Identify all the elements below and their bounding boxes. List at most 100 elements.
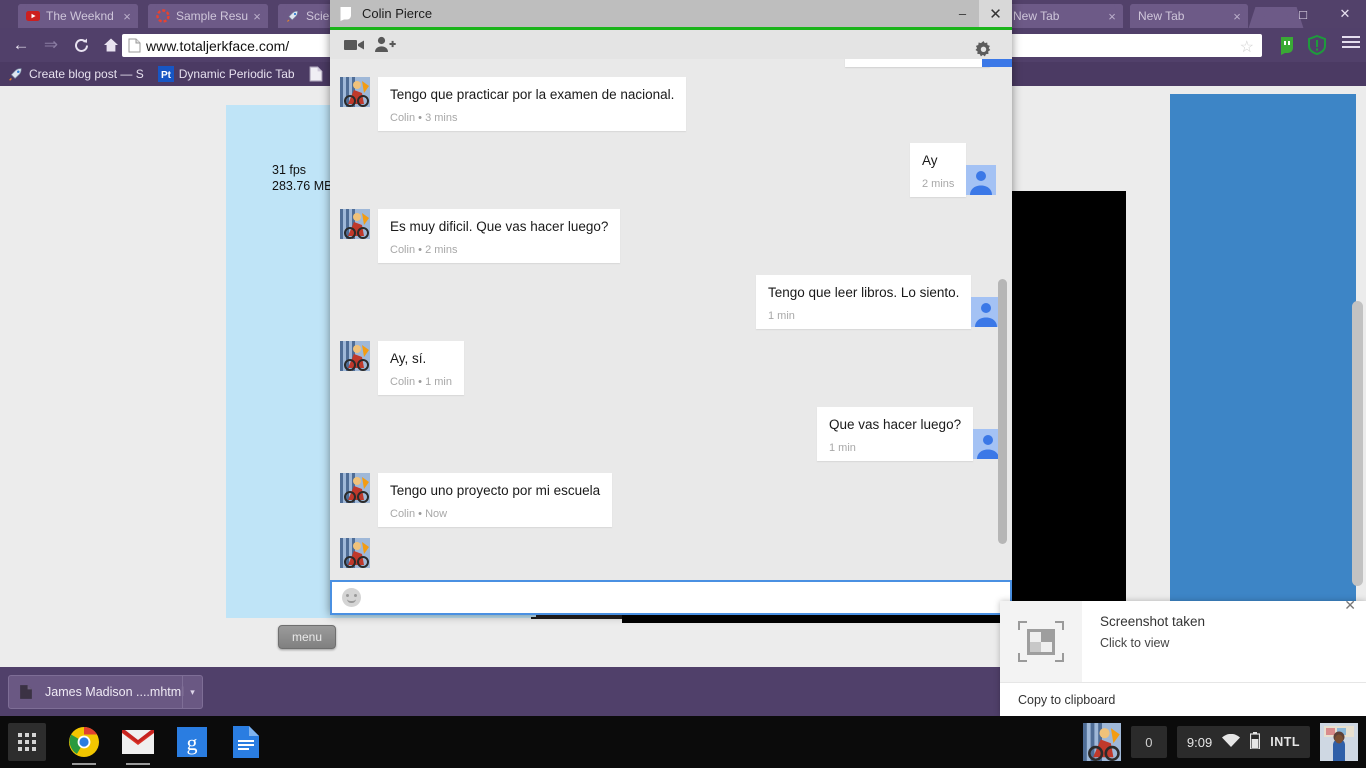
video-camera-icon[interactable] [340,30,370,59]
notification-count-badge[interactable]: 0 [1131,726,1167,758]
separator-icon: • [418,376,422,388]
chat-minimize-button[interactable]: – [946,0,979,27]
chat-bubble: Que vas hacer luego? 1 min [817,407,973,461]
page-scrollbar[interactable] [1352,301,1363,586]
bookmark-create-blog-post[interactable]: Create blog post — S [8,66,144,82]
bookmark-star-icon[interactable]: ☆ [1240,37,1254,57]
chat-scrollbar[interactable] [998,279,1007,544]
chat-message-meta: 1 min [829,442,961,454]
chat-message-text: Que vas hacer luego? [829,416,961,433]
colin-avatar [340,538,370,568]
screen: The Weeknd × Sample Resu × Science × New… [0,0,1366,768]
tab-close-icon[interactable]: × [1105,10,1119,23]
colin-avatar [340,209,370,239]
chat-bubble: Es muy dificil. Que vas hacer luego? Col… [378,209,620,263]
chat-message-area[interactable]: Tengo que practicar por la examen de nac… [330,59,1012,583]
status-area[interactable]: 9:09 INTL [1177,726,1310,758]
hangouts-quote-icon [338,6,353,21]
active-indicator [126,763,150,765]
reload-button[interactable] [66,28,96,62]
tab-close-icon[interactable]: × [120,10,134,23]
tab-close-icon[interactable]: × [250,10,264,23]
chat-message-time: 1 min [829,442,856,454]
bookmark-untitled[interactable] [309,66,330,82]
colin-avatar [340,473,370,503]
chat-toolbar [330,30,1012,59]
separator-icon: • [418,244,422,256]
chat-message-time: 3 mins [425,112,457,124]
app-launcher-icon[interactable] [8,723,46,761]
chat-composer[interactable] [330,580,1012,615]
hangouts-extension-icon[interactable] [1276,34,1298,56]
window-close-button[interactable]: ✕ [1324,0,1366,28]
google-search-icon[interactable]: g [168,716,216,768]
colin-avatar [340,341,370,371]
clock: 9:09 [1187,735,1212,750]
chat-message-input[interactable] [361,584,1010,612]
separator-icon: • [418,112,422,124]
chrome-icon[interactable] [60,716,108,768]
keyboard-layout-indicator: INTL [1270,735,1300,749]
separator-icon: • [418,508,422,520]
chat-message-text: Ay [922,152,954,169]
chat-message-time: 1 min [425,376,452,388]
rocket-icon [8,66,24,82]
bookmark-label: Dynamic Periodic Tab [179,67,295,81]
screenshot-notification[interactable]: Screenshot taken Click to view ✕ Copy to… [1000,601,1366,716]
chat-message-author: Colin [390,244,415,256]
chat-bubble: Ay, sí. Colin • 1 min [378,341,464,395]
chat-message-row: Tengo que practicar por la examen de nac… [340,77,686,131]
active-indicator [72,763,96,765]
pt-icon: Pt [158,66,174,82]
add-person-icon[interactable] [370,30,400,59]
forward-button[interactable]: ⇒ [36,28,66,62]
battery-icon [1250,732,1260,752]
chat-message-meta: Colin • 1 min [390,376,452,388]
chat-message-text: Tengo uno proyecto por mi escuela [390,482,600,499]
me-avatar [966,165,996,195]
chat-message-meta: 1 min [768,310,959,322]
user-avatar[interactable] [1320,723,1358,761]
tab-sample-resume[interactable]: Sample Resu × [148,4,268,28]
chat-bubble: Ay 2 mins [910,143,966,197]
emoji-icon[interactable] [342,588,361,607]
window-maximize-button[interactable]: □ [1282,0,1324,28]
chat-close-button[interactable]: ✕ [979,0,1012,27]
tab-new-tab-1[interactable]: New Tab × [1005,4,1123,28]
tab-title: The Weeknd [46,9,120,23]
page-icon [309,66,325,82]
tab-the-weeknd[interactable]: The Weeknd × [18,4,138,28]
chat-message-row: Tengo que leer libros. Lo siento. 1 min [756,275,1001,329]
download-item[interactable]: James Madison ....mhtml ▾ [8,675,203,709]
memory-value: 283.76 MB [272,178,332,194]
page-side-panel [1170,94,1356,618]
google-docs-icon[interactable] [222,716,270,768]
chat-title-bar: Colin Pierce – ✕ [330,0,1012,27]
close-icon[interactable]: ✕ [1344,597,1356,614]
chat-message-row: Es muy dificil. Que vas hacer luego? Col… [340,209,620,263]
chrome-menu-button[interactable] [1342,36,1360,54]
notification-title: Screenshot taken [1100,614,1366,629]
colin-avatar[interactable] [1083,723,1121,761]
window-controls: □ ✕ [1240,0,1366,28]
chat-bubble: Tengo uno proyecto por mi escuela Colin … [378,473,612,527]
download-caret-icon[interactable]: ▾ [182,676,202,708]
colin-avatar [340,77,370,107]
copy-to-clipboard-button[interactable]: Copy to clipboard [1000,682,1366,716]
notification-main: Screenshot taken Click to view ✕ [1000,601,1366,682]
tab-new-tab-2[interactable]: New Tab × [1130,4,1248,28]
page-icon [128,38,141,53]
bookmark-dynamic-periodic-table[interactable]: Pt Dynamic Periodic Tab [158,66,295,82]
chat-message-text: Es muy dificil. Que vas hacer luego? [390,218,608,235]
adblock-shield-icon[interactable] [1306,34,1328,56]
chat-contact-name: Colin Pierce [362,6,946,21]
back-button[interactable]: ← [6,28,36,62]
download-filename: James Madison ....mhtml [45,685,184,699]
game-menu-button[interactable]: menu [278,625,336,649]
notification-subtitle[interactable]: Click to view [1100,636,1366,650]
chat-message-meta: Colin • 2 mins [390,244,608,256]
chat-message-row: Que vas hacer luego? 1 min [817,407,1003,461]
gmail-icon[interactable] [114,716,162,768]
bookmark-label: Create blog post — S [29,67,144,81]
youtube-icon [26,9,40,23]
